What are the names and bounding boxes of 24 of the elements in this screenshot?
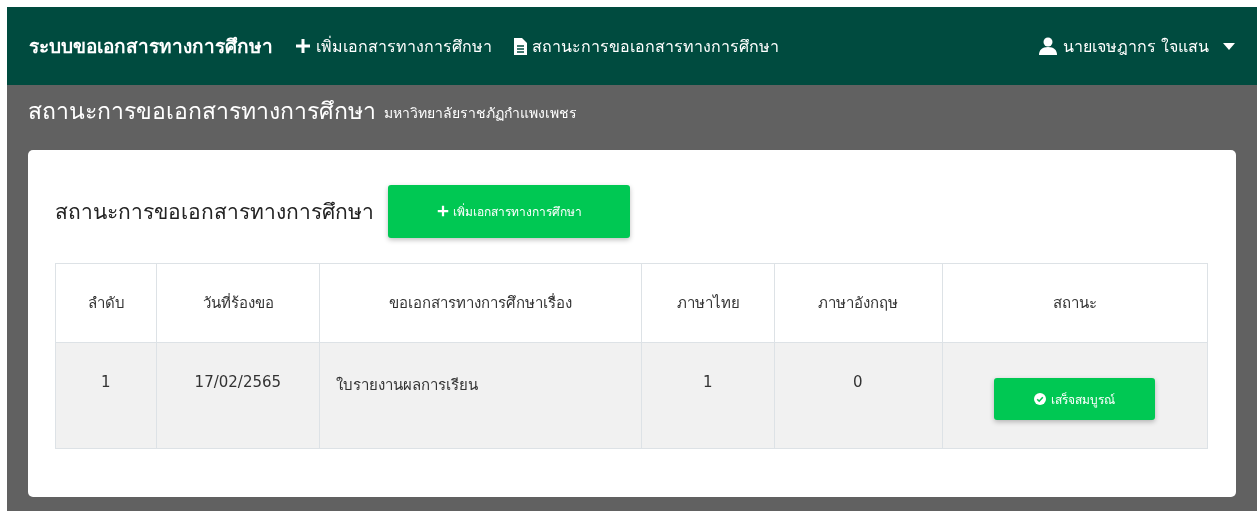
user-menu[interactable]: นายเจษฎากร ใจแสน — [1038, 33, 1235, 59]
brand-title: ระบบขอเอกสารทางการศึกษา — [29, 34, 273, 59]
plus-icon — [436, 205, 449, 217]
column-header: ลำดับ — [55, 263, 157, 343]
table-cell: 1 — [642, 342, 775, 449]
column-header: ภาษาไทย — [642, 263, 775, 343]
nav-link[interactable]: เพิ่มเอกสารทางการศึกษา — [295, 33, 492, 59]
table-cell: 17/02/2565 — [156, 342, 320, 449]
user-icon — [1038, 37, 1057, 55]
table-cell: 1 — [55, 342, 157, 449]
card-title: สถานะการขอเอกสารทางการศึกษา — [55, 198, 374, 226]
column-header: สถานะ — [942, 263, 1208, 343]
page-title: สถานะการขอเอกสารทางการศึกษา — [28, 96, 376, 126]
table-cell: ใบรายงานผลการเรียน — [319, 342, 642, 449]
nav-link[interactable]: สถานะการขอเอกสารทางการศึกษา — [514, 33, 779, 59]
column-header: ภาษาอังกฤษ — [774, 263, 943, 343]
column-header: ขอเอกสารทางการศึกษาเรื่อง — [319, 263, 642, 343]
plus-icon — [295, 38, 311, 54]
column-header: วันที่ร้องขอ — [156, 263, 320, 343]
document-icon — [514, 37, 527, 55]
page-subtitle: มหาวิทยาลัยราชภัฏกำแพงเพชร — [384, 103, 577, 123]
caret-icon — [1223, 42, 1235, 50]
check-circle-icon — [1033, 393, 1046, 405]
table-cell: 0 — [774, 342, 943, 449]
